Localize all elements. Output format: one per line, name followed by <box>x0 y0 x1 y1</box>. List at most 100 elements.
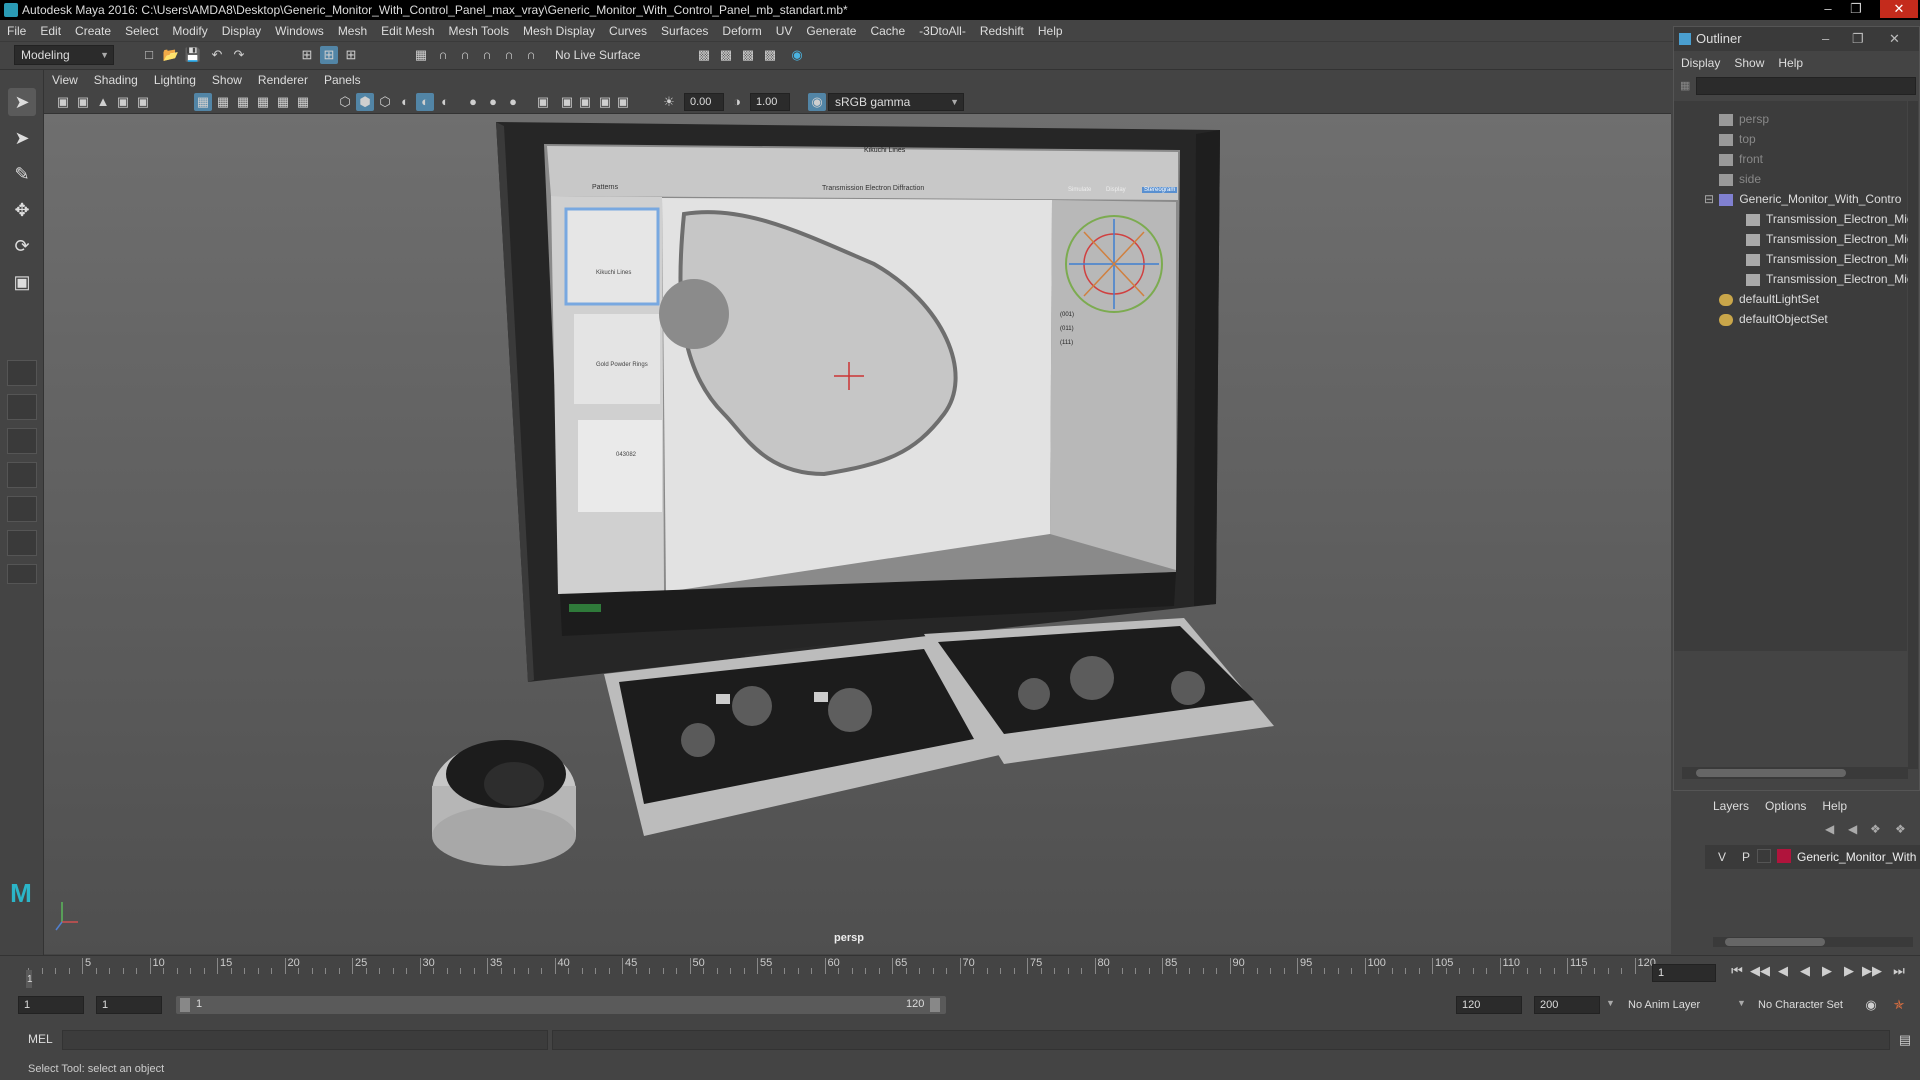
time-slider[interactable]: 5 10 15 20 25 30 35 40 45 50 55 60 65 70 75 80 85 90 95 100… <box>0 955 1920 988</box>
resolution-gate-icon[interactable]: ▦ <box>234 93 252 111</box>
menu-display[interactable]: Display <box>215 20 268 42</box>
single-view-layout-icon[interactable] <box>7 360 37 386</box>
vp-menu-show[interactable]: Show <box>204 70 250 90</box>
menu-windows[interactable]: Windows <box>268 20 331 42</box>
outliner-item-mesh-1[interactable]: Transmission_Electron_Mic <box>1746 209 1913 229</box>
select-object-icon[interactable]: ⊞ <box>320 46 338 64</box>
wireframe-on-shaded-icon[interactable]: ⬡ <box>376 93 394 111</box>
menu-mesh-tools[interactable]: Mesh Tools <box>442 20 516 42</box>
go-to-start-icon[interactable]: ⏮ <box>1728 962 1746 980</box>
layer-name[interactable]: Generic_Monitor_With <box>1797 850 1916 864</box>
step-back-key-icon[interactable]: ◀ <box>1774 962 1792 980</box>
outliner-item-persp[interactable]: persp <box>1719 109 1769 129</box>
layers-hscroll-thumb[interactable] <box>1725 938 1825 946</box>
menu-uv[interactable]: UV <box>769 20 800 42</box>
gate-mask-icon[interactable]: ▣ <box>134 93 152 111</box>
wireframe-icon[interactable]: ⬡ <box>336 93 354 111</box>
field-chart-icon[interactable]: ▦ <box>274 93 292 111</box>
outliner-menu-show[interactable]: Show <box>1727 51 1771 75</box>
snap-point-icon[interactable]: ∩ <box>456 46 474 64</box>
xray-active-icon[interactable]: ● <box>504 93 522 111</box>
outliner-item-mesh-4[interactable]: Transmission_Electron_Mic <box>1746 269 1913 289</box>
collapse-icon[interactable]: ⊟ <box>1704 189 1716 209</box>
vp-menu-view[interactable]: View <box>44 70 86 90</box>
layer-color-swatch[interactable] <box>1777 849 1791 863</box>
outliner-search-input[interactable] <box>1696 77 1916 95</box>
color-management-icon[interactable]: ◉ <box>808 93 826 111</box>
grid-icon[interactable]: ▦ <box>194 93 212 111</box>
xray-icon[interactable]: ● <box>464 93 482 111</box>
two-view-layout-icon[interactable] <box>7 428 37 454</box>
outliner-item-object-set[interactable]: defaultObjectSet <box>1719 309 1828 329</box>
chevron-down-icon[interactable]: ▼ <box>1737 998 1746 1008</box>
select-tool-icon[interactable]: ➤ <box>8 88 36 116</box>
outliner-menu-help[interactable]: Help <box>1771 51 1810 75</box>
menu-select[interactable]: Select <box>118 20 165 42</box>
layers-menu-help[interactable]: Help <box>1814 795 1855 817</box>
layers-hscrollbar[interactable] <box>1713 937 1913 947</box>
vp-menu-shading[interactable]: Shading <box>86 70 146 90</box>
outliner-item-mesh-3[interactable]: Transmission_Electron_Mic <box>1746 249 1913 269</box>
live-surface-label[interactable]: No Live Surface <box>555 48 640 62</box>
redo-icon[interactable]: ↷ <box>230 46 248 64</box>
go-to-end-icon[interactable]: ⏭ <box>1890 962 1908 980</box>
outliner-item-light-set[interactable]: defaultLightSet <box>1719 289 1819 309</box>
render-view-icon[interactable]: ▩ <box>761 46 779 64</box>
render-frame-icon[interactable]: ▩ <box>717 46 735 64</box>
menu-surfaces[interactable]: Surfaces <box>654 20 715 42</box>
undo-icon[interactable]: ↶ <box>208 46 226 64</box>
outliner-maximize-icon[interactable]: ❐ <box>1852 27 1864 51</box>
render-settings-icon[interactable]: ▩ <box>695 46 713 64</box>
menu-generate[interactable]: Generate <box>799 20 863 42</box>
outliner-item-group[interactable]: ⊟ Generic_Monitor_With_Contro <box>1704 189 1901 209</box>
layer-ref-toggle[interactable] <box>1757 849 1771 863</box>
menu-cache[interactable]: Cache <box>863 20 912 42</box>
layers-menu-layers[interactable]: Layers <box>1705 795 1757 817</box>
outliner-hscrollbar[interactable] <box>1682 767 1908 779</box>
range-slider[interactable]: 1 120 <box>176 996 946 1014</box>
new-layer-selected-icon[interactable]: ❖ <box>1895 822 1906 836</box>
open-scene-icon[interactable]: 📂 <box>162 46 180 64</box>
snap-surface-icon[interactable]: ∩ <box>500 46 518 64</box>
menu-modify[interactable]: Modify <box>165 20 214 42</box>
layer-move-down-icon[interactable]: ◀ <box>1848 822 1857 836</box>
command-input[interactable] <box>62 1030 548 1050</box>
camera-attr-icon[interactable]: ▣ <box>74 93 92 111</box>
menu-mesh[interactable]: Mesh <box>331 20 374 42</box>
outliner-close-icon[interactable]: ✕ <box>1889 27 1900 51</box>
play-backward-icon[interactable]: ◀ <box>1796 962 1814 980</box>
gate-mask2-icon[interactable]: ▦ <box>254 93 272 111</box>
menu-edit-mesh[interactable]: Edit Mesh <box>374 20 441 42</box>
mode-dropdown[interactable]: Modeling ▼ <box>14 45 114 65</box>
layer-visibility-toggle[interactable]: V <box>1718 850 1726 864</box>
mel-label[interactable]: MEL <box>28 1032 53 1046</box>
outliner-item-top[interactable]: top <box>1719 129 1756 149</box>
menu-help[interactable]: Help <box>1031 20 1070 42</box>
hypershade-layout-icon[interactable] <box>7 530 37 556</box>
select-hierarchy-icon[interactable]: ⊞ <box>298 46 316 64</box>
multisample-icon[interactable]: ▣ <box>614 93 632 111</box>
play-forward-icon[interactable]: ▶ <box>1818 962 1836 980</box>
maximize-icon[interactable]: ❐ <box>1843 0 1869 18</box>
outliner-menu-display[interactable]: Display <box>1674 51 1727 75</box>
outliner-item-side[interactable]: side <box>1719 169 1761 189</box>
motion-blur-icon[interactable]: ▣ <box>596 93 614 111</box>
outliner-item-front[interactable]: front <box>1719 149 1763 169</box>
menu-mesh-display[interactable]: Mesh Display <box>516 20 602 42</box>
image-plane-icon[interactable]: ▣ <box>114 93 132 111</box>
snap-curve-icon[interactable]: ∩ <box>434 46 452 64</box>
color-space-dropdown[interactable]: sRGB gamma ▼ <box>828 93 964 111</box>
script-editor-icon[interactable]: ▤ <box>1896 1031 1914 1049</box>
lasso-tool-icon[interactable]: ➤ <box>8 124 36 152</box>
menu-edit[interactable]: Edit <box>33 20 68 42</box>
step-back-icon[interactable]: ◀◀ <box>1750 962 1770 980</box>
anim-layer-dropdown[interactable]: No Anim Layer <box>1628 996 1748 1014</box>
snap-view-icon[interactable]: ∩ <box>478 46 496 64</box>
shadows-icon[interactable]: ◐ <box>436 93 454 111</box>
menu-file[interactable]: File <box>0 20 33 42</box>
layers-menu-options[interactable]: Options <box>1757 795 1814 817</box>
use-lights-icon[interactable]: ◐ <box>416 93 434 111</box>
xray-joints-icon[interactable]: ● <box>484 93 502 111</box>
ssao-icon[interactable]: ▣ <box>576 93 594 111</box>
camera-select-icon[interactable]: ▣ <box>54 93 72 111</box>
